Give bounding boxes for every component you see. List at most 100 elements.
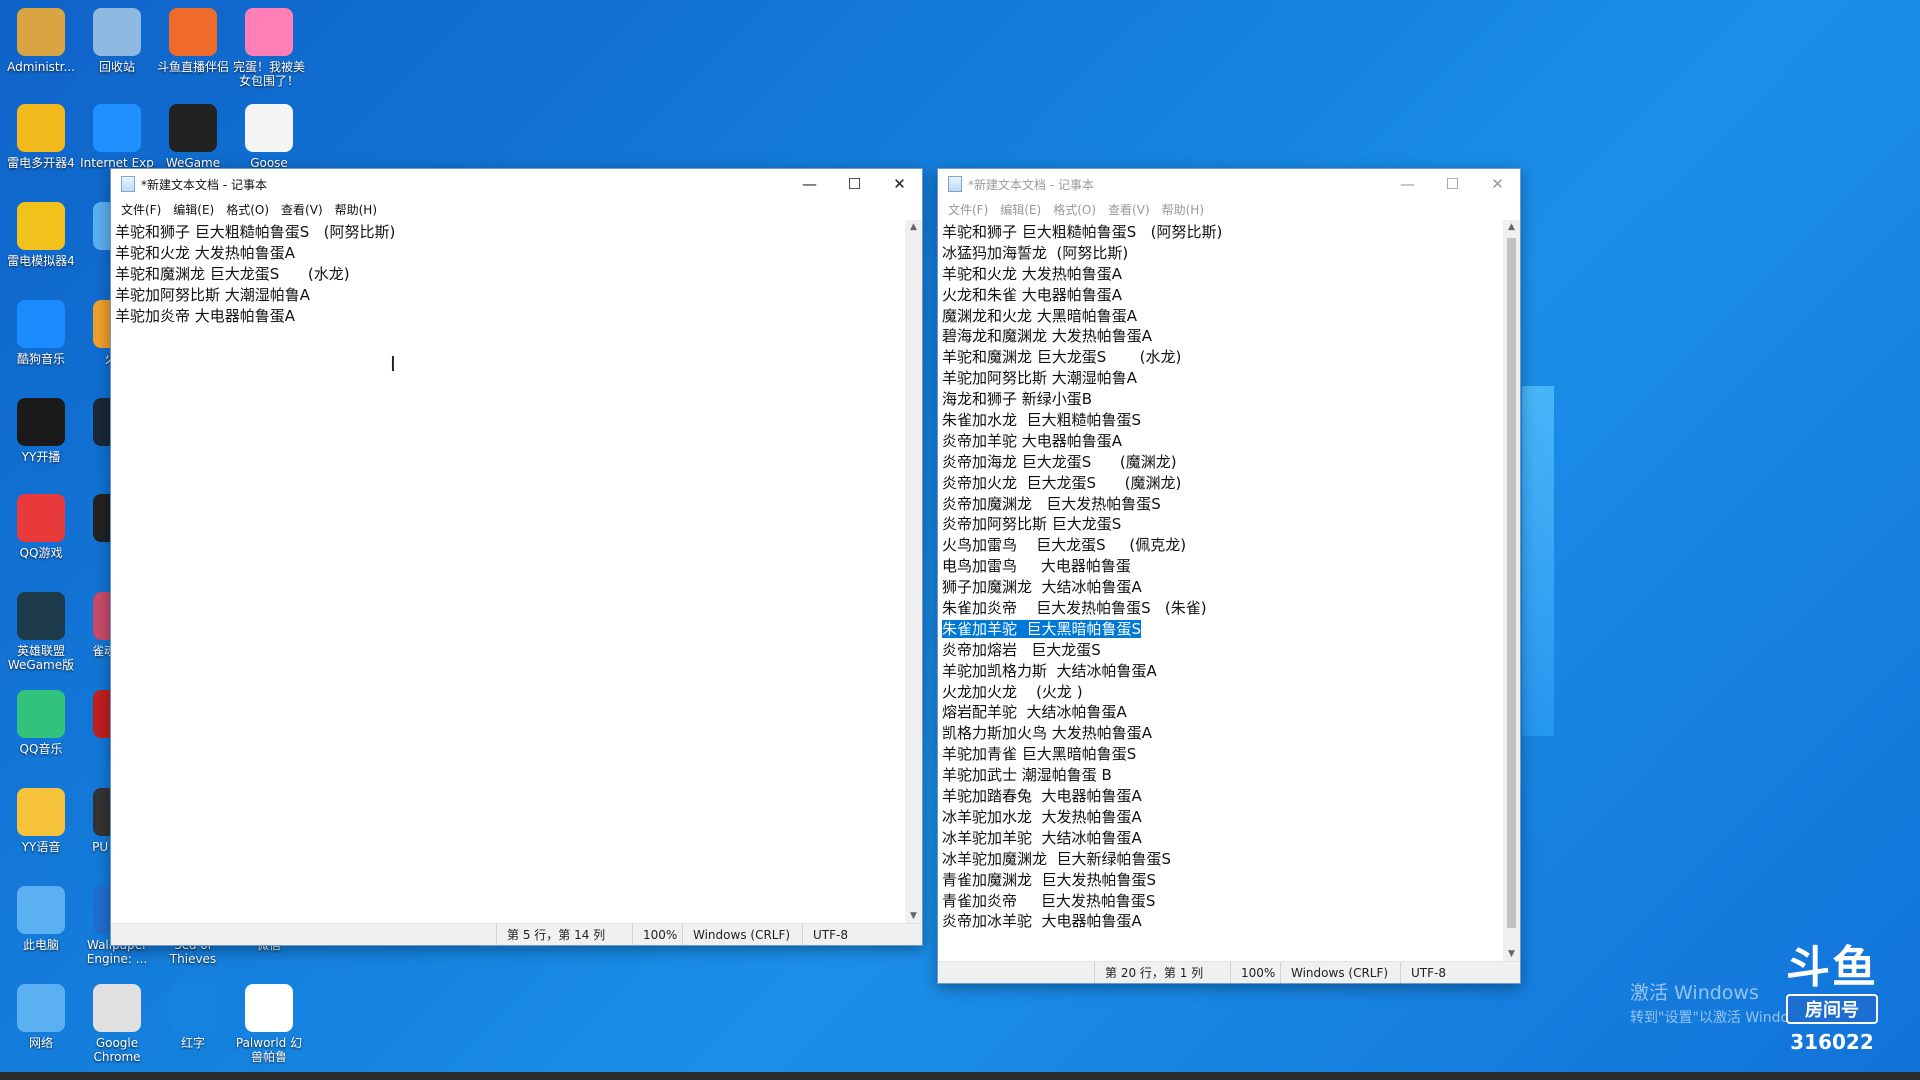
menu-edit[interactable]: 编辑(E) [167, 201, 220, 218]
windows-wallpaper-logo [1522, 386, 1554, 736]
league-icon [17, 592, 65, 640]
taskbar-edge [0, 1072, 1920, 1080]
line-text: 炎帝加熔岩 巨大龙蛋S [942, 640, 1101, 659]
desktop-icon-27[interactable]: Google Chrome [78, 984, 156, 1064]
line-text: 炎帝加阿努比斯 巨大龙蛋S [942, 515, 1122, 534]
desktop-icon-label: 完蛋！我被美女包围了！ [232, 60, 305, 88]
status-line-ending: Windows (CRLF) [682, 924, 802, 945]
line-text: 青雀加魔渊龙 巨大发热帕鲁蛋S [942, 870, 1157, 889]
desktop-icon-26[interactable]: 网络 [2, 984, 80, 1050]
text-editor[interactable]: 羊驼和狮子 巨大粗糙帕鲁蛋S (阿努比斯) 羊驼和火龙 大发热帕鲁蛋A 羊驼和魔渊龙… [111, 220, 905, 923]
minimize-icon[interactable]: — [787, 169, 832, 199]
desktop-icon-label: YY开播 [21, 450, 61, 464]
recycle-bin-icon [93, 8, 141, 56]
menu-help[interactable]: 帮助(H) [329, 201, 383, 218]
line-text: 魔渊龙和火龙 大黑暗帕鲁蛋A [942, 306, 1138, 325]
desktop-icon-6[interactable]: WeGame [154, 104, 232, 170]
title-bar[interactable]: *新建文本文档 - 记事本 — ☐ ✕ [111, 169, 922, 199]
menu-edit[interactable]: 编辑(E) [994, 201, 1047, 218]
qq-game-icon [17, 494, 65, 542]
menu-format[interactable]: 格式(O) [1047, 201, 1102, 218]
scroll-up-icon[interactable]: ▲ [1503, 222, 1520, 232]
desktop-icon-3[interactable]: 完蛋！我被美女包围了！ [230, 8, 308, 88]
line-text: 羊驼和魔渊龙 巨大龙蛋S (水龙) [115, 264, 350, 283]
line-text: 炎帝加冰羊驼 大电器帕鲁蛋A [942, 912, 1142, 931]
desktop-icon-20[interactable]: YY语音 [2, 788, 80, 854]
desktop-icon-2[interactable]: 斗鱼直播伴侣 [154, 8, 232, 74]
menu-help[interactable]: 帮助(H) [1156, 201, 1210, 218]
menu-format[interactable]: 格式(O) [220, 201, 275, 218]
scroll-down-icon[interactable]: ▼ [1503, 949, 1520, 959]
close-icon[interactable]: ✕ [877, 169, 922, 199]
desktop-icon-label: 网络 [28, 1036, 53, 1050]
notepad-window-right[interactable]: *新建文本文档 - 记事本 — ☐ ✕ 文件(F) 编辑(E) 格式(O) 查看… [937, 168, 1521, 984]
line-text: 青雀加炎帝 巨大发热帕鲁蛋S [942, 891, 1156, 910]
desktop-icon-12[interactable]: YY开播 [2, 398, 80, 464]
text-line: 羊驼加阿努比斯 大潮湿帕鲁A [942, 368, 1499, 389]
text-line: 羊驼加青雀 巨大黑暗帕鲁蛋S [942, 744, 1499, 765]
desktop-icon-label: 此电脑 [22, 938, 59, 952]
text-line: 羊驼和火龙 大发热帕鲁蛋A [115, 243, 901, 264]
desktop-icon-29[interactable]: Palworld 幻兽帕鲁 [230, 984, 308, 1064]
line-text: 羊驼加凯格力斯 大结冰帕鲁蛋A [942, 661, 1157, 680]
douyu-overlay: 斗鱼 房间号 316022 [1780, 944, 1884, 1054]
maximize-icon[interactable]: ☐ [1430, 169, 1475, 199]
text-editor[interactable]: 羊驼和狮子 巨大粗糙帕鲁蛋S (阿努比斯) 冰猛犸加海誓龙 (阿努比斯) 羊驼和火龙… [938, 220, 1503, 961]
notepad-icon [948, 176, 962, 192]
line-text: 火鸟加雷鸟 巨大龙蛋S (佩克龙) [942, 536, 1187, 555]
vertical-scrollbar[interactable]: ▲ ▼ [905, 220, 922, 923]
desktop-icon-18[interactable]: QQ音乐 [2, 690, 80, 756]
text-line: 羊驼和魔渊龙 巨大龙蛋S (水龙) [942, 347, 1499, 368]
minimize-icon[interactable]: — [1385, 169, 1430, 199]
desktop-icon-10[interactable]: 酷狗音乐 [2, 300, 80, 366]
maximize-icon[interactable]: ☐ [832, 169, 877, 199]
text-line: 熔岩配羊驼 大结冰帕鲁蛋A [942, 702, 1499, 723]
yy-live-icon [17, 398, 65, 446]
desktop-icon-28[interactable]: 红字 [154, 984, 232, 1050]
desktop-icon-label: YY语音 [21, 840, 61, 854]
window-title: *新建文本文档 - 记事本 [968, 177, 1094, 192]
desktop-icon-5[interactable]: Internet Exp [78, 104, 156, 170]
line-text: 朱雀加炎帝 巨大发热帕鲁蛋S (朱雀) [942, 599, 1207, 618]
scrollbar-thumb[interactable] [1507, 238, 1516, 928]
text-line: 羊驼加凯格力斯 大结冰帕鲁蛋A [942, 661, 1499, 682]
notepad-window-left[interactable]: *新建文本文档 - 记事本 — ☐ ✕ 文件(F) 编辑(E) 格式(O) 查看… [110, 168, 923, 946]
text-cursor-icon: I [390, 352, 396, 376]
scroll-down-icon[interactable]: ▼ [905, 911, 922, 921]
close-icon[interactable]: ✕ [1475, 169, 1520, 199]
line-text: 狮子加魔渊龙 大结冰帕鲁蛋A [942, 578, 1142, 597]
desktop-icon-14[interactable]: QQ游戏 [2, 494, 80, 560]
desktop-icon-4[interactable]: 雷电多开器4 [2, 104, 80, 170]
menu-view[interactable]: 查看(V) [1102, 201, 1156, 218]
title-bar[interactable]: *新建文本文档 - 记事本 — ☐ ✕ [938, 169, 1520, 199]
menu-file[interactable]: 文件(F) [115, 201, 167, 218]
menu-view[interactable]: 查看(V) [275, 201, 329, 218]
desktop-icon-0[interactable]: Administr... [2, 8, 80, 74]
desktop-icon-16[interactable]: 英雄联盟WeGame版 [2, 592, 80, 672]
leidian-emulator-icon [17, 202, 65, 250]
text-line: 青雀加魔渊龙 巨大发热帕鲁蛋S [942, 870, 1499, 891]
desktop-icon-7[interactable]: Goose [230, 104, 308, 170]
desktop-icon-label: 英雄联盟WeGame版 [7, 644, 75, 672]
vertical-scrollbar[interactable]: ▲ ▼ [1503, 220, 1520, 961]
text-line: 炎帝加羊驼 大电器帕鲁蛋A [942, 431, 1499, 452]
status-encoding: UTF-8 [1400, 962, 1510, 983]
qq-music-icon [17, 690, 65, 738]
line-text: 羊驼和狮子 巨大粗糙帕鲁蛋S (阿努比斯) [115, 223, 396, 241]
text-line: 羊驼和魔渊龙 巨大龙蛋S (水龙) [115, 264, 901, 285]
heart-game-icon [245, 8, 293, 56]
line-text: 朱雀加水龙 巨大粗糙帕鲁蛋S [942, 411, 1142, 430]
text-line: 碧海龙和魔渊龙 大发热帕鲁蛋A [942, 326, 1499, 347]
text-line: 炎帝加熔岩 巨大龙蛋S [942, 640, 1499, 661]
desktop-icon-8[interactable]: 雷电模拟器4 [2, 202, 80, 268]
desktop-icon-22[interactable]: 此电脑 [2, 886, 80, 952]
text-line: 凯格力斯加火鸟 大发热帕鲁蛋A [942, 723, 1499, 744]
desktop-icon-1[interactable]: 回收站 [78, 8, 156, 74]
menu-file[interactable]: 文件(F) [942, 201, 994, 218]
scroll-up-icon[interactable]: ▲ [905, 222, 922, 232]
line-text: 冰羊驼加魔渊龙 巨大新绿帕鲁蛋S [942, 849, 1172, 868]
line-text: 碧海龙和魔渊龙 大发热帕鲁蛋A [942, 327, 1153, 346]
text-line: 羊驼加踏春兔 大电器帕鲁蛋A [942, 786, 1499, 807]
line-text: 羊驼加武士 潮湿帕鲁蛋 B [942, 766, 1112, 785]
text-line: 羊驼和火龙 大发热帕鲁蛋A [942, 264, 1499, 285]
